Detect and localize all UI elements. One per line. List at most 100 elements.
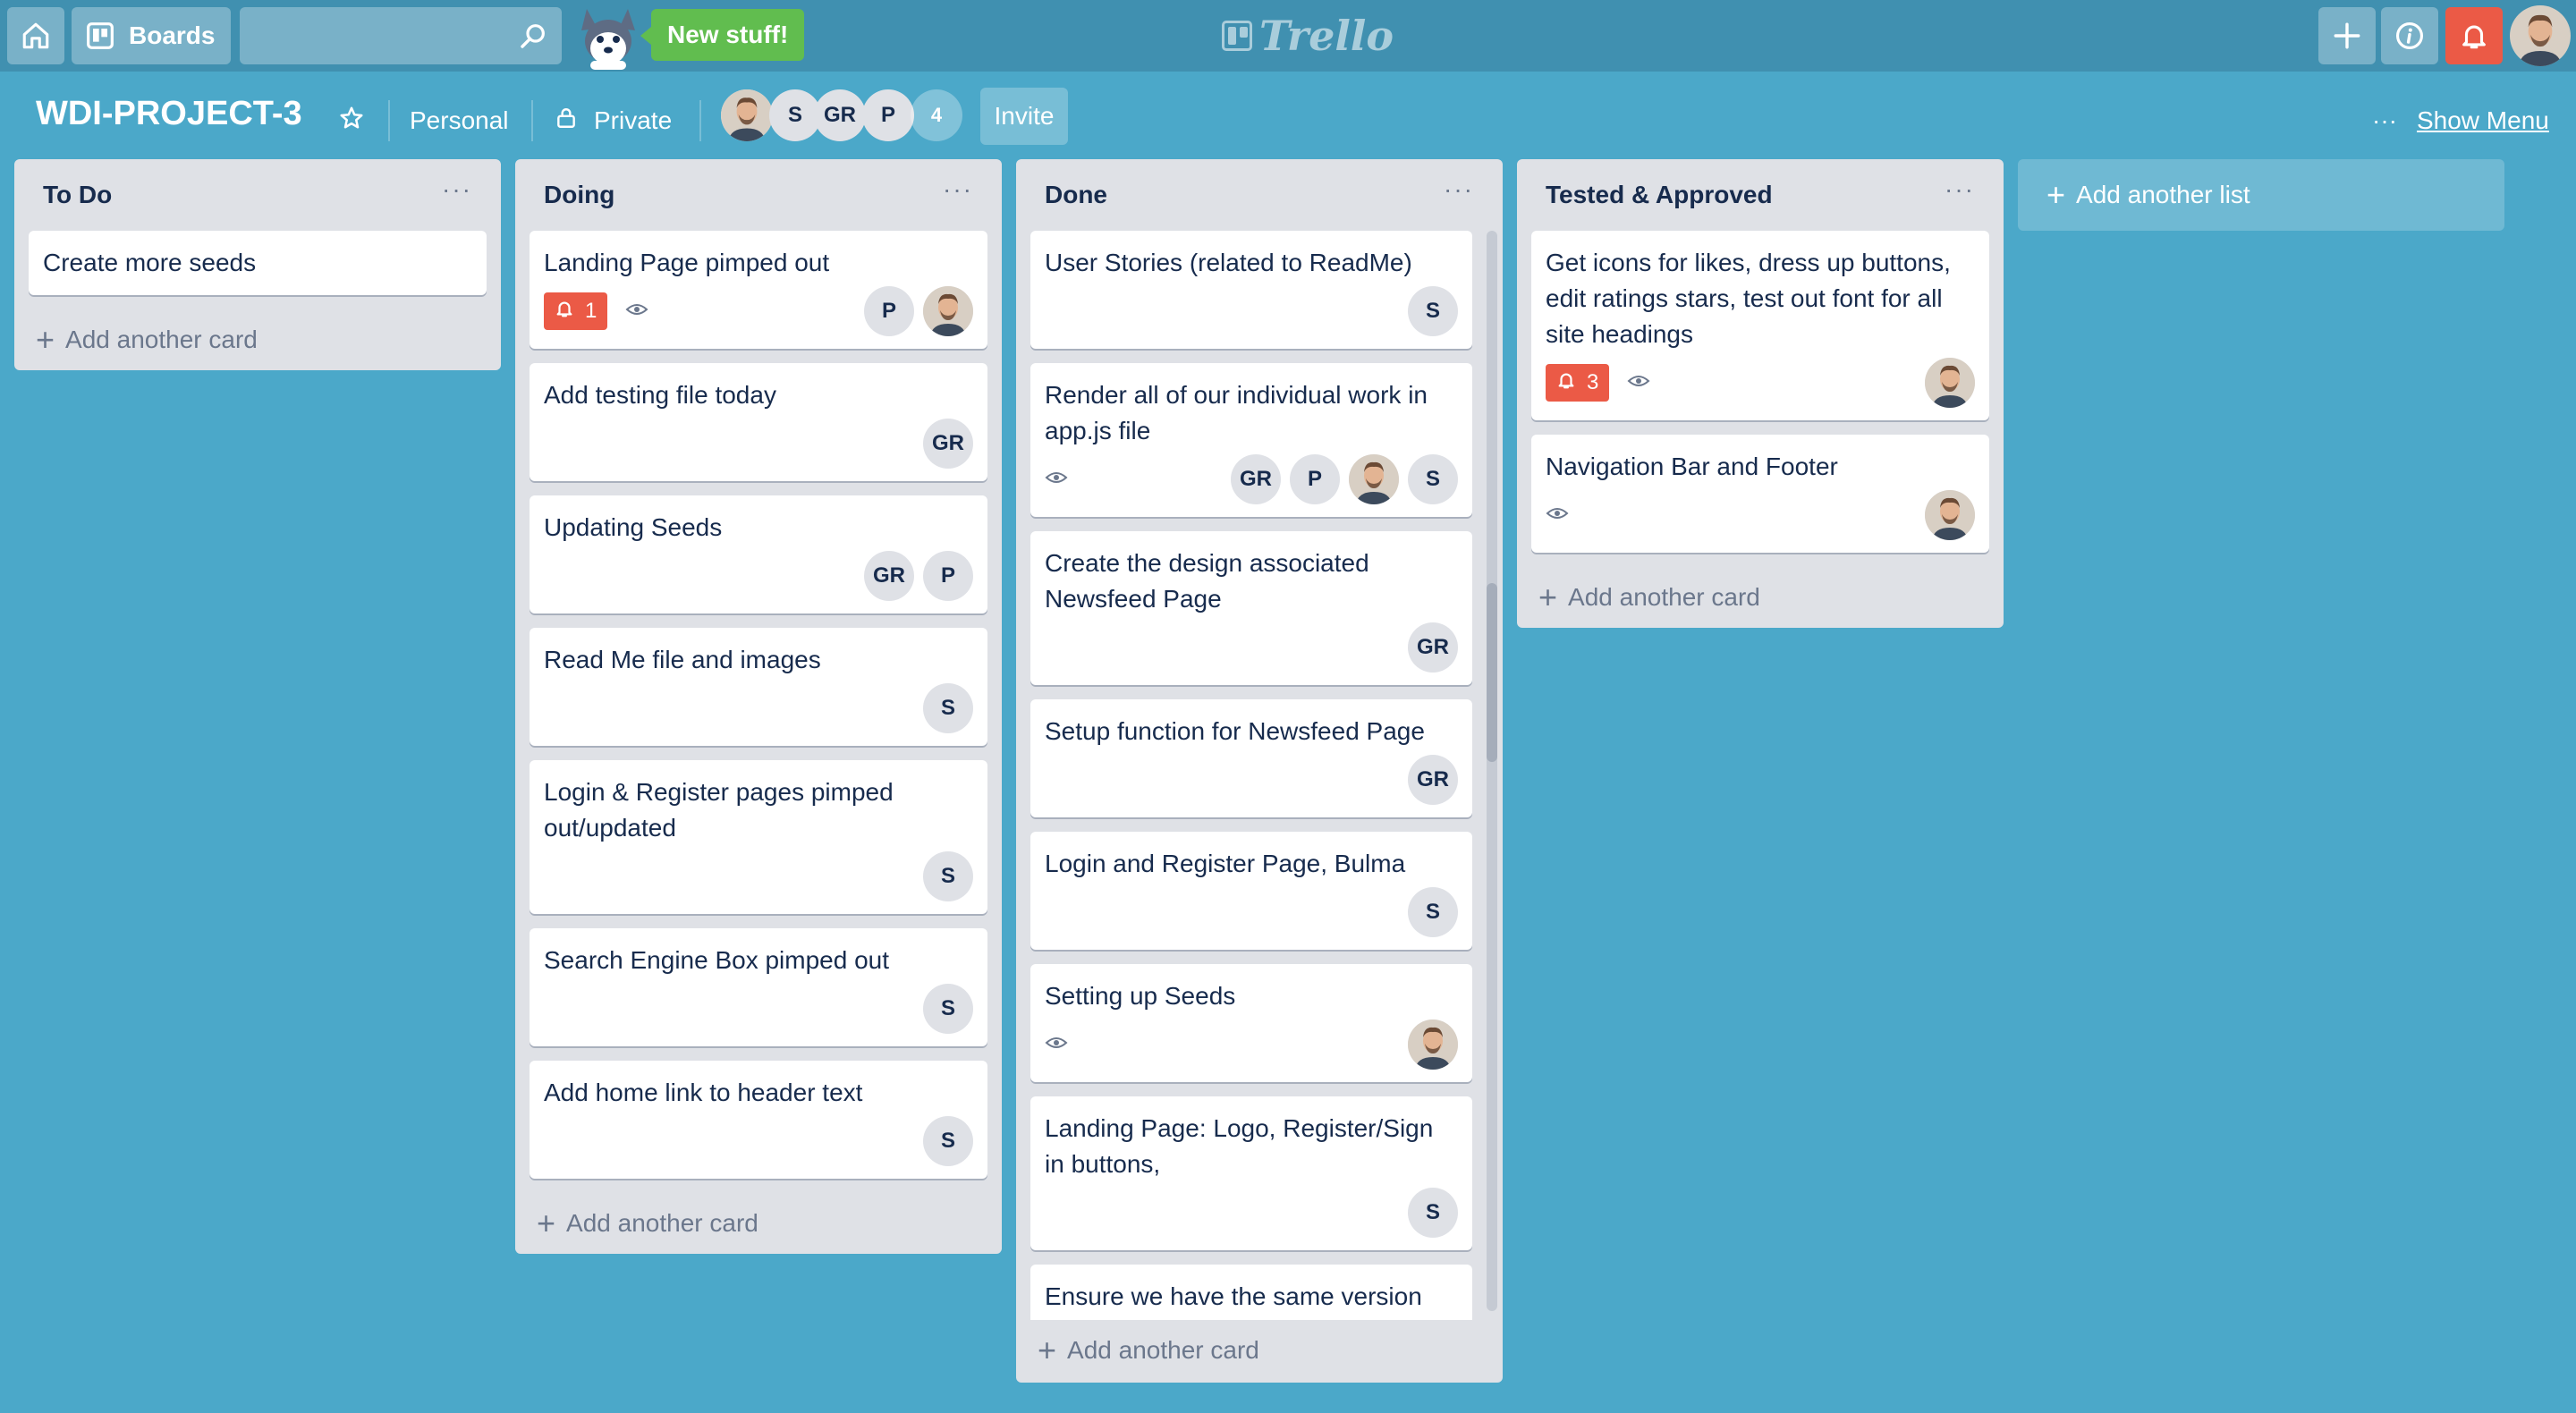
bell-icon: [555, 299, 574, 325]
member-avatar[interactable]: GR: [1408, 622, 1458, 673]
new-stuff-button[interactable]: New stuff!: [640, 9, 805, 61]
card[interactable]: Read Me file and images S: [530, 628, 987, 746]
info-button[interactable]: [2381, 7, 2438, 64]
card[interactable]: Setup function for Newsfeed Page GR: [1030, 699, 1472, 817]
card[interactable]: Get icons for likes, dress up buttons, e…: [1531, 231, 1989, 420]
member-avatar[interactable]: P: [923, 551, 973, 601]
member-avatar[interactable]: P: [1290, 454, 1340, 504]
cards-scroll-area[interactable]: User Stories (related to ReadMe) S Rende…: [1016, 231, 1503, 1320]
list-header: Doing ···: [515, 159, 1002, 231]
member-avatar[interactable]: GR: [1408, 755, 1458, 805]
member-avatar[interactable]: P: [862, 89, 914, 141]
list-header: To Do ···: [14, 159, 501, 231]
add-list-button[interactable]: + Add another list: [2018, 159, 2504, 231]
notification-badge: 3: [1546, 364, 1610, 402]
list-menu-icon[interactable]: ···: [442, 175, 472, 204]
card[interactable]: Search Engine Box pimped out S: [530, 928, 987, 1046]
member-avatar[interactable]: GR: [1231, 454, 1281, 504]
scrollbar-track[interactable]: [1487, 231, 1497, 1311]
taco-mascot-icon[interactable]: [574, 4, 642, 72]
list-menu-icon[interactable]: ···: [943, 175, 973, 204]
card[interactable]: Create the design associated Newsfeed Pa…: [1030, 531, 1472, 685]
member-avatar[interactable]: GR: [814, 89, 866, 141]
user-avatar[interactable]: [2510, 5, 2571, 66]
card[interactable]: Landing Page: Logo, Register/Sign in but…: [1030, 1096, 1472, 1250]
card[interactable]: Updating Seeds GR P: [530, 495, 987, 613]
notifications-button[interactable]: [2445, 7, 2503, 64]
search-input[interactable]: [240, 7, 562, 64]
card[interactable]: Render all of our individual work in app…: [1030, 363, 1472, 517]
board-title[interactable]: WDI-PROJECT-3: [36, 95, 302, 133]
add-card-label: Add another card: [1067, 1336, 1259, 1364]
member-avatar[interactable]: S: [1408, 1188, 1458, 1238]
card[interactable]: Login and Register Page, Bulma S: [1030, 832, 1472, 950]
top-header: Boards New stuff! Trello: [0, 0, 2576, 72]
member-avatar[interactable]: S: [1408, 286, 1458, 336]
card-title: Add home link to header text: [544, 1079, 863, 1106]
card[interactable]: Navigation Bar and Footer: [1531, 435, 1989, 553]
member-avatar[interactable]: S: [1408, 887, 1458, 937]
info-icon: [2394, 21, 2425, 51]
add-card-button[interactable]: + Add another card: [1517, 567, 2004, 628]
boards-button[interactable]: Boards: [72, 7, 231, 64]
card[interactable]: User Stories (related to ReadMe) S: [1030, 231, 1472, 349]
member-avatar[interactable]: S: [923, 1116, 973, 1166]
member-avatar-photo[interactable]: [923, 286, 973, 336]
eye-icon: [1045, 1034, 1068, 1056]
add-card-button[interactable]: + Add another card: [1016, 1320, 1503, 1381]
add-card-button[interactable]: + Add another card: [14, 309, 501, 370]
home-button[interactable]: [7, 7, 64, 64]
add-card-button[interactable]: + Add another card: [515, 1193, 1002, 1254]
member-avatar-photo[interactable]: [1925, 490, 1975, 540]
card[interactable]: Setting up Seeds: [1030, 964, 1472, 1082]
card-title: Login & Register pages pimped out/update…: [544, 778, 894, 842]
scrollbar-thumb[interactable]: [1487, 583, 1497, 762]
member-count[interactable]: 4: [911, 89, 962, 141]
star-button[interactable]: [338, 100, 365, 141]
card-title: Add testing file today: [544, 381, 776, 409]
list-tested-approved: Tested & Approved ··· Get icons for like…: [1517, 159, 2004, 628]
list-title[interactable]: To Do: [43, 181, 112, 209]
list-title[interactable]: Doing: [544, 181, 614, 209]
list-title[interactable]: Done: [1045, 181, 1107, 209]
list-title[interactable]: Tested & Approved: [1546, 181, 1773, 209]
member-avatar[interactable]: GR: [923, 419, 973, 469]
card[interactable]: Add testing file today GR: [530, 363, 987, 481]
list-doing: Doing ··· Landing Page pimped out 1 P Ad…: [515, 159, 1002, 1254]
member-avatar-photo[interactable]: [1349, 454, 1399, 504]
member-avatar[interactable]: GR: [864, 551, 914, 601]
eye-icon: [1546, 504, 1569, 527]
card-title: Read Me file and images: [544, 646, 821, 673]
member-avatar[interactable]: S: [923, 984, 973, 1034]
member-avatar-photo[interactable]: [721, 89, 773, 141]
eye-icon: [1045, 469, 1068, 491]
card-title: Navigation Bar and Footer: [1546, 453, 1838, 480]
card[interactable]: Add home link to header text S: [530, 1061, 987, 1179]
show-menu-button[interactable]: ··· Show Menu: [2372, 100, 2549, 141]
list-menu-icon[interactable]: ···: [1444, 175, 1474, 204]
member-avatar[interactable]: S: [1408, 454, 1458, 504]
card[interactable]: Create more seeds: [29, 231, 487, 295]
invite-button[interactable]: Invite: [980, 88, 1068, 145]
member-avatar-photo[interactable]: [1408, 1020, 1458, 1070]
card-title: Landing Page pimped out: [544, 249, 830, 276]
card[interactable]: Ensure we have the same version via Git: [1030, 1265, 1472, 1320]
create-button[interactable]: [2318, 7, 2376, 64]
member-avatar[interactable]: S: [923, 683, 973, 733]
member-avatar[interactable]: P: [864, 286, 914, 336]
visibility-button[interactable]: Private: [555, 100, 672, 141]
team-button[interactable]: Personal: [410, 100, 509, 141]
member-avatar[interactable]: S: [923, 851, 973, 901]
member-avatar-photo[interactable]: [1925, 358, 1975, 408]
boards-label: Boards: [129, 21, 216, 49]
show-menu-label: Show Menu: [2416, 106, 2549, 134]
boards-icon: [86, 21, 114, 50]
trello-logo[interactable]: Trello: [1222, 11, 1394, 61]
list-menu-icon[interactable]: ···: [1945, 175, 1975, 204]
card[interactable]: Login & Register pages pimped out/update…: [530, 760, 987, 914]
divider: [699, 100, 701, 141]
plus-icon: +: [36, 321, 55, 358]
card[interactable]: Landing Page pimped out 1 P: [530, 231, 987, 349]
notification-badge: 1: [544, 292, 608, 330]
eye-icon: [1627, 372, 1650, 394]
